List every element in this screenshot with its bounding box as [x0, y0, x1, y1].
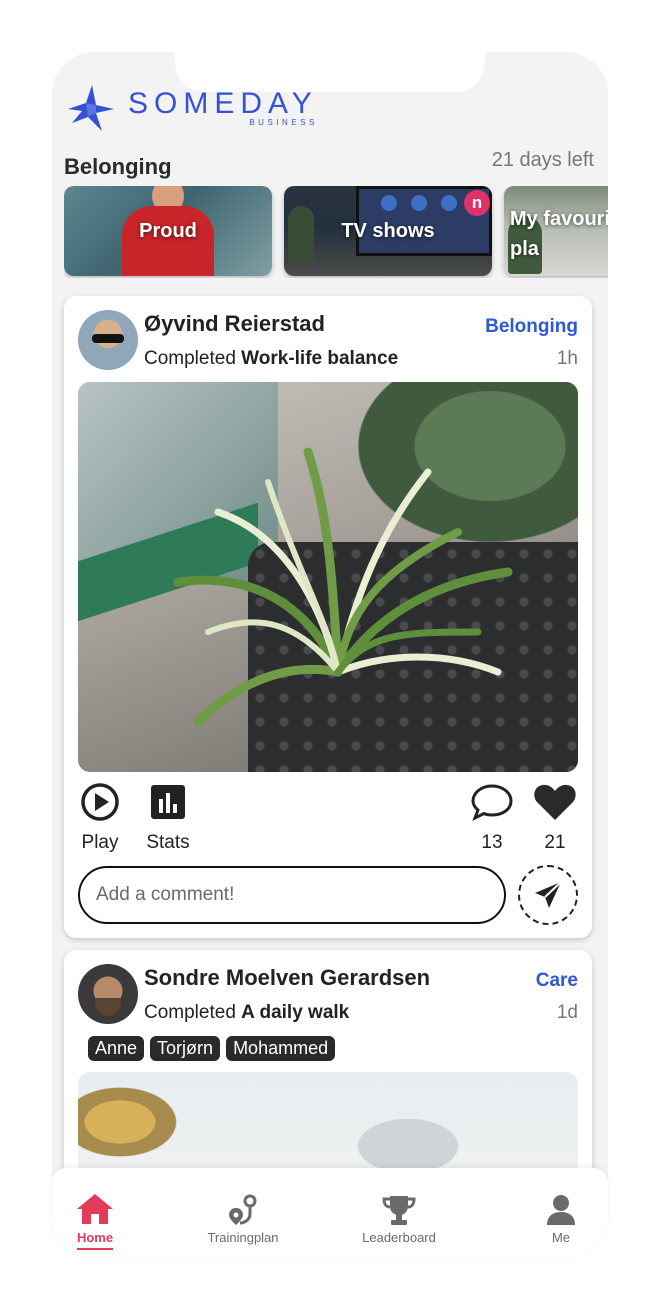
- nav-label: Me: [551, 1230, 571, 1245]
- plant-image: [173, 447, 513, 727]
- comment-bubble-icon: [471, 784, 513, 822]
- nav-label: Home: [76, 1230, 114, 1245]
- notification-badge: n: [464, 190, 490, 216]
- stats-button[interactable]: Stats: [142, 782, 194, 854]
- bottom-navigation: Home Trainingplan Leaderboard Me: [52, 1168, 608, 1258]
- nav-home[interactable]: Home: [40, 1192, 150, 1250]
- nav-label: Trainingplan: [207, 1230, 279, 1245]
- category-carousel[interactable]: Proud n TV shows My favouri pla: [64, 186, 608, 278]
- post-time: 1h: [556, 348, 578, 369]
- trophy-icon: [382, 1196, 416, 1225]
- post-user-name[interactable]: Øyvind Reierstad: [144, 311, 325, 337]
- paper-plane-icon: [535, 881, 562, 908]
- category-label: TV shows: [341, 220, 435, 242]
- nav-trainingplan[interactable]: Trainingplan: [188, 1192, 298, 1245]
- user-tag[interactable]: Anne: [88, 1036, 145, 1061]
- avatar[interactable]: [78, 310, 138, 370]
- category-card-favourite[interactable]: My favouri pla: [504, 186, 608, 276]
- bar-chart-icon: [151, 785, 185, 819]
- nav-leaderboard[interactable]: Leaderboard: [344, 1192, 454, 1245]
- route-icon: [229, 1194, 257, 1225]
- post-card: Øyvind Reierstad Completed Work-life bal…: [64, 296, 592, 938]
- user-icon: [547, 1195, 575, 1225]
- post-actions: Play Stats 13 21: [78, 782, 578, 854]
- post-photo[interactable]: [78, 382, 578, 772]
- comments-count: 13: [481, 832, 503, 853]
- comments-button[interactable]: 13: [470, 782, 514, 854]
- category-label: Proud: [139, 220, 197, 242]
- heart-icon: [534, 784, 576, 820]
- app-screen: SOMEDAY BUSINESS Belonging 21 days left …: [52, 52, 608, 1258]
- post-activity: Completed Work-life balance: [144, 348, 399, 369]
- like-button[interactable]: 21: [532, 782, 578, 854]
- likes-count: 21: [544, 832, 566, 853]
- post-category-link[interactable]: Care: [536, 970, 578, 992]
- nav-me[interactable]: Me: [506, 1192, 616, 1245]
- post-time: 1d: [556, 1002, 578, 1023]
- category-card-proud[interactable]: Proud: [64, 186, 272, 276]
- tagged-users: Anne Torjørn Mohammed: [88, 1036, 336, 1061]
- user-tag[interactable]: Mohammed: [226, 1036, 336, 1061]
- days-left: 21 days left: [491, 149, 594, 171]
- post-user-name[interactable]: Sondre Moelven Gerardsen: [144, 965, 430, 991]
- category-card-tv-shows[interactable]: n TV shows: [284, 186, 492, 276]
- brand-subtitle: BUSINESS: [249, 118, 318, 127]
- post-activity: Completed A daily walk: [144, 1002, 350, 1023]
- category-label: My favouri pla: [510, 208, 608, 260]
- star-logo-icon: [68, 85, 114, 131]
- avatar[interactable]: [78, 964, 138, 1024]
- brand-name: SOMEDAY: [128, 87, 318, 120]
- comment-input[interactable]: [78, 866, 506, 924]
- home-icon: [77, 1194, 113, 1224]
- play-label: Play: [81, 832, 119, 853]
- section-title: Belonging: [64, 154, 172, 179]
- post-category-link[interactable]: Belonging: [485, 316, 578, 338]
- active-indicator: [77, 1248, 113, 1250]
- stats-label: Stats: [146, 832, 190, 853]
- send-comment-button[interactable]: [518, 865, 578, 925]
- brand-logo: SOMEDAY BUSINESS: [66, 82, 318, 134]
- play-icon: [81, 783, 119, 821]
- nav-label: Leaderboard: [362, 1230, 436, 1245]
- user-tag[interactable]: Torjørn: [150, 1036, 221, 1061]
- play-button[interactable]: Play: [78, 782, 122, 854]
